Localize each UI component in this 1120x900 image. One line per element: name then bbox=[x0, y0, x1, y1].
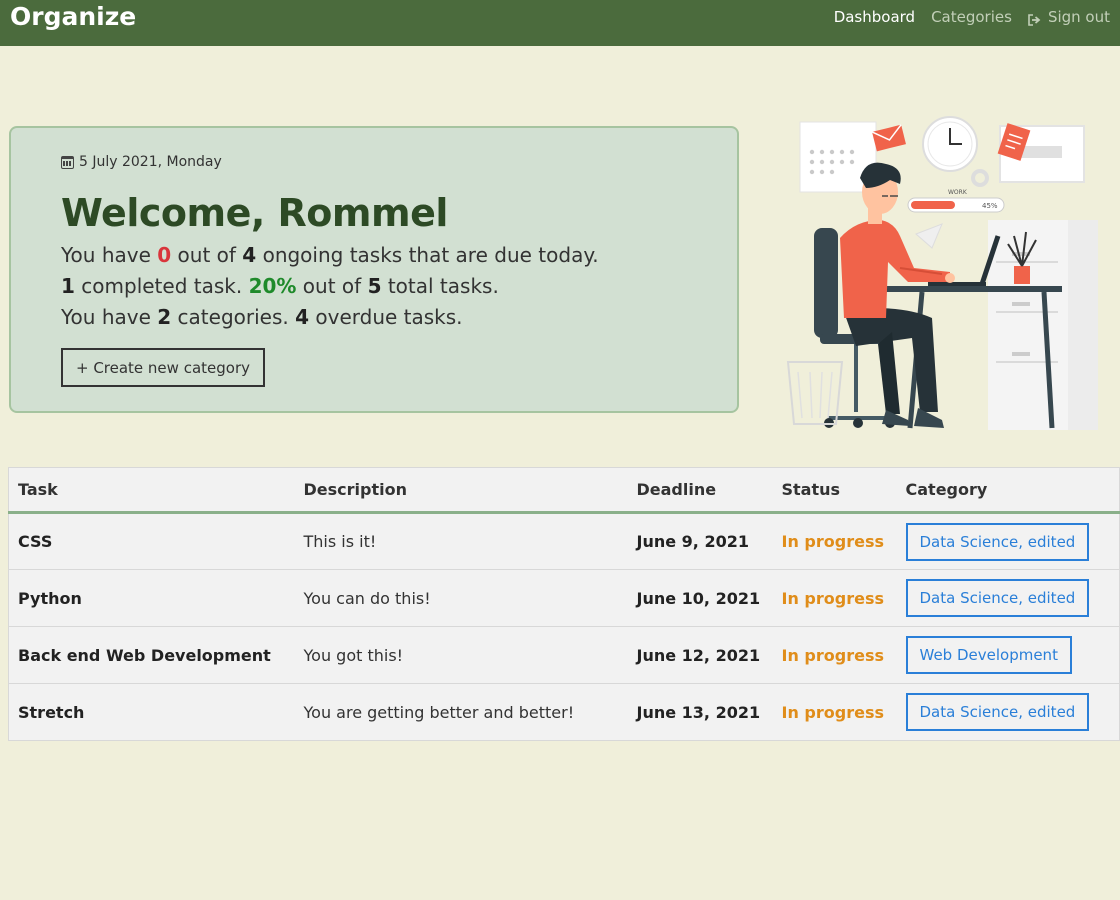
task-deadline: June 9, 2021 bbox=[627, 512, 773, 570]
nav-sign-out[interactable]: Sign out bbox=[1028, 7, 1110, 27]
calendar-icon bbox=[61, 155, 74, 169]
top-navbar: Organize Dashboard Categories Sign out bbox=[0, 0, 1120, 46]
task-status: In progress bbox=[772, 512, 897, 570]
stats-line-completed: 1 completed task. 20% out of 5 total tas… bbox=[61, 274, 499, 298]
task-status: In progress bbox=[772, 569, 897, 627]
category-badge[interactable]: Data Science, edited bbox=[905, 693, 1090, 731]
task-status: In progress bbox=[772, 626, 897, 684]
stats-line-categories: You have 2 categories. 4 overdue tasks. bbox=[61, 305, 463, 329]
working-person-illustration: WORK 45% bbox=[782, 112, 1102, 434]
task-deadline: June 13, 2021 bbox=[636, 702, 761, 722]
table-row: Back end Web Development You got this! J… bbox=[8, 626, 1120, 684]
nav-links: Dashboard Categories Sign out bbox=[834, 7, 1110, 27]
header-description: Description bbox=[294, 467, 628, 514]
stats-line-due-today: You have 0 out of 4 ongoing tasks that a… bbox=[61, 243, 599, 267]
overdue-count: 4 bbox=[295, 305, 310, 329]
table-row: Python You can do this! June 10, 2021 In… bbox=[8, 569, 1120, 627]
due-today-count: 0 bbox=[157, 243, 172, 267]
task-description: You can do this! bbox=[294, 569, 628, 627]
nav-categories[interactable]: Categories bbox=[931, 7, 1012, 27]
completion-percent: 20% bbox=[248, 274, 297, 298]
category-badge[interactable]: Data Science, edited bbox=[905, 522, 1090, 561]
work-label: WORK bbox=[948, 189, 968, 196]
table-row: Stretch You are getting better and bette… bbox=[9, 684, 1120, 741]
work-progress: 45% bbox=[982, 202, 998, 210]
task-description: This is it! bbox=[294, 512, 628, 570]
task-name: Python bbox=[8, 569, 295, 627]
task-stats: You have 0 out of 4 ongoing tasks that a… bbox=[61, 240, 599, 333]
brand-logo[interactable]: Organize bbox=[10, 1, 136, 33]
category-badge[interactable]: Web Development bbox=[905, 636, 1072, 674]
total-count: 5 bbox=[367, 274, 382, 298]
tasks-table: Task Description Deadline Status Categor… bbox=[8, 467, 1120, 741]
table-header-row: Task Description Deadline Status Categor… bbox=[8, 467, 1120, 514]
create-category-button[interactable]: + Create new category bbox=[61, 348, 265, 387]
task-name: CSS bbox=[8, 512, 295, 570]
welcome-card: 5 July 2021, Monday Welcome, Rommel You … bbox=[9, 126, 739, 413]
table-row: CSS This is it! June 9, 2021 In progress… bbox=[8, 512, 1120, 570]
header-task: Task bbox=[8, 467, 295, 514]
task-name: Back end Web Development bbox=[8, 626, 295, 684]
sign-out-label: Sign out bbox=[1047, 8, 1110, 26]
task-description: You are getting better and better! bbox=[303, 702, 575, 722]
header-category: Category bbox=[896, 467, 1120, 514]
header-status: Status bbox=[772, 467, 897, 514]
current-date: 5 July 2021, Monday bbox=[79, 154, 222, 170]
date-line: 5 July 2021, Monday bbox=[61, 154, 222, 170]
task-status: In progress bbox=[781, 702, 885, 722]
task-description: You got this! bbox=[294, 626, 628, 684]
ongoing-count: 4 bbox=[242, 243, 257, 267]
header-deadline: Deadline bbox=[627, 467, 773, 514]
welcome-title: Welcome, Rommel bbox=[61, 191, 448, 235]
sign-out-icon bbox=[1028, 11, 1042, 26]
completed-count: 1 bbox=[61, 274, 75, 298]
task-deadline: June 12, 2021 bbox=[627, 626, 773, 684]
nav-dashboard[interactable]: Dashboard bbox=[834, 7, 915, 27]
categories-count: 2 bbox=[157, 305, 172, 329]
task-deadline: June 10, 2021 bbox=[627, 569, 773, 627]
category-badge[interactable]: Data Science, edited bbox=[905, 579, 1090, 617]
task-name: Stretch bbox=[18, 702, 85, 722]
